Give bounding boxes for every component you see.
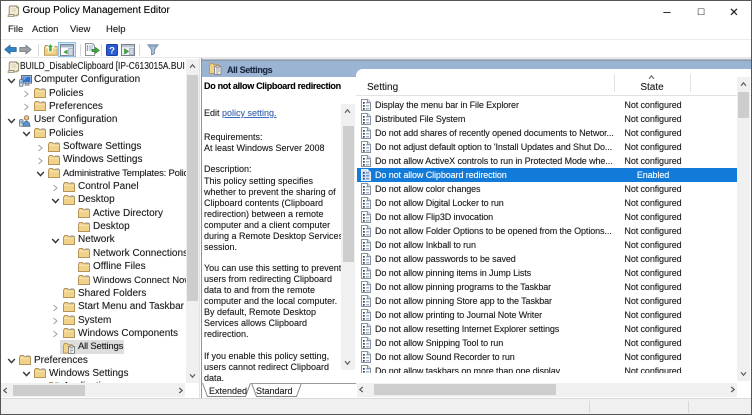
svg-text:?: ? (109, 46, 115, 57)
